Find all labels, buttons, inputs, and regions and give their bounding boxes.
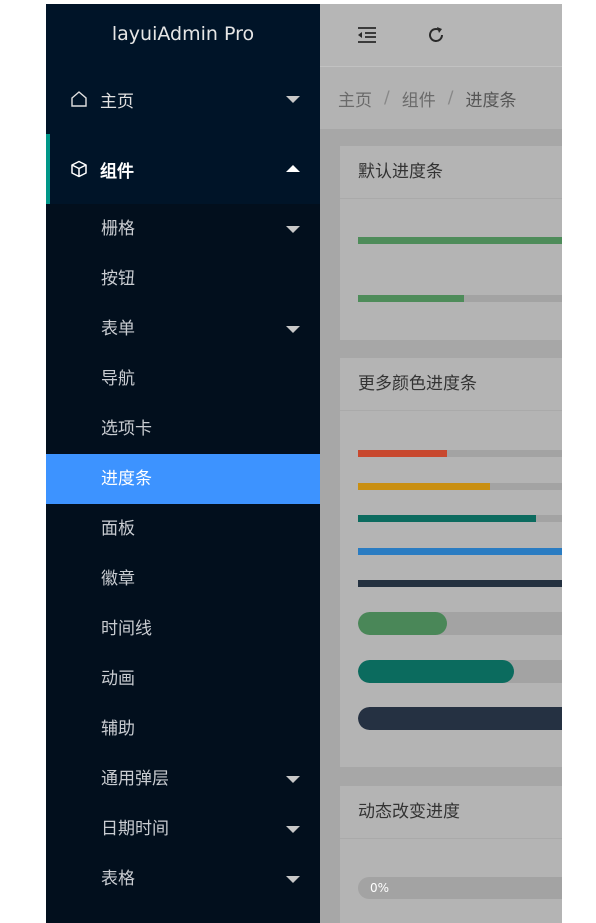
sidebar-subitem-label: 日期时间 xyxy=(101,819,169,839)
home-icon xyxy=(70,90,88,108)
components-submenu: 栅格按钮表单导航选项卡进度条面板徽章时间线动画辅助通用弹层日期时间表格 xyxy=(46,204,320,904)
progress-bar xyxy=(358,237,562,244)
nav-item-home-label: 主页 xyxy=(100,91,134,112)
chevron-down-icon xyxy=(286,776,300,783)
card-color-progress: 更多颜色进度条 xyxy=(340,358,562,767)
sidebar-subitem-label: 辅助 xyxy=(101,719,135,739)
sidebar-subitem-label: 进度条 xyxy=(101,469,152,489)
sidebar-subitem-label: 按钮 xyxy=(101,269,135,289)
sidebar-subitem-label: 面板 xyxy=(101,519,135,539)
card-title: 动态改变进度 xyxy=(340,786,562,839)
sidebar-subitem[interactable]: 徽章 xyxy=(46,554,320,604)
indent-icon[interactable] xyxy=(356,24,378,46)
progress-bar xyxy=(358,548,562,555)
app-logo[interactable]: layuiAdmin Pro xyxy=(46,4,320,64)
main-area: 主页 / 组件 / 进度条 默认进度条 更多颜色进度条 动态改变进度 0% xyxy=(320,4,562,923)
progress-fill xyxy=(358,580,562,587)
sidebar-subitem-label: 通用弹层 xyxy=(101,769,169,789)
breadcrumb-separator: / xyxy=(384,88,390,108)
sidebar-subitem-label: 栅格 xyxy=(101,219,135,239)
nav-item-components-label: 组件 xyxy=(100,161,134,182)
sidebar-subitem-label: 表单 xyxy=(101,319,135,339)
progress-bar xyxy=(358,295,562,302)
nav-item-home[interactable]: 主页 xyxy=(46,64,320,134)
sidebar-subitem-label: 导航 xyxy=(101,369,135,389)
sidebar-subitem-label: 徽章 xyxy=(101,569,135,589)
sidebar-subitem-label: 选项卡 xyxy=(101,419,152,439)
progress-fill xyxy=(358,612,447,635)
progress-fill xyxy=(358,237,562,244)
nav-item-components[interactable]: 组件 xyxy=(46,134,320,204)
progress-bar xyxy=(358,515,562,522)
breadcrumb-separator: / xyxy=(447,88,454,108)
progress-percent-label: 0% xyxy=(370,881,390,895)
progress-fill xyxy=(358,295,464,302)
sidebar-subitem[interactable]: 面板 xyxy=(46,504,320,554)
progress-bar-big xyxy=(358,707,562,730)
progress-bar xyxy=(358,450,562,457)
breadcrumb-components[interactable]: 组件 xyxy=(402,86,436,111)
chevron-down-icon xyxy=(286,826,300,833)
progress-bar xyxy=(358,580,562,587)
breadcrumb-current: 进度条 xyxy=(465,90,517,111)
chevron-down-icon xyxy=(286,226,300,233)
sidebar-subitem[interactable]: 按钮 xyxy=(46,254,320,304)
chevron-up-icon xyxy=(286,165,300,172)
box-icon xyxy=(70,160,88,178)
sidebar-subitem[interactable]: 辅助 xyxy=(46,704,320,754)
progress-bar-big xyxy=(358,660,562,683)
progress-fill xyxy=(358,660,514,683)
sidebar-subitem-label: 时间线 xyxy=(101,619,152,639)
progress-bar-big xyxy=(358,612,562,635)
sidebar-subitem[interactable]: 栅格 xyxy=(46,204,320,254)
progress-fill xyxy=(358,548,562,555)
breadcrumb-home[interactable]: 主页 xyxy=(338,86,372,111)
card-dynamic-progress: 动态改变进度 0% xyxy=(340,786,562,923)
sidebar: layuiAdmin Pro 主页 组件 栅格按钮表单导航选项卡进度条面板徽章时… xyxy=(46,4,320,923)
sidebar-subitem[interactable]: 导航 xyxy=(46,354,320,404)
card-title: 更多颜色进度条 xyxy=(340,358,562,411)
chevron-down-icon xyxy=(286,876,300,883)
progress-fill xyxy=(358,483,490,490)
card-title: 默认进度条 xyxy=(340,146,562,199)
sidebar-subitem[interactable]: 动画 xyxy=(46,654,320,704)
refresh-icon[interactable] xyxy=(425,24,447,46)
sidebar-subitem[interactable]: 通用弹层 xyxy=(46,754,320,804)
sidebar-subitem-label: 表格 xyxy=(101,869,135,889)
progress-bar xyxy=(358,483,562,490)
top-toolbar xyxy=(320,4,562,66)
sidebar-subitem[interactable]: 日期时间 xyxy=(46,804,320,854)
sidebar-subitem[interactable]: 表格 xyxy=(46,854,320,904)
sidebar-subitem-label: 动画 xyxy=(101,669,135,689)
progress-fill xyxy=(358,450,447,457)
sidebar-subitem[interactable]: 表单 xyxy=(46,304,320,354)
sidebar-subitem[interactable]: 选项卡 xyxy=(46,404,320,454)
progress-fill xyxy=(358,707,562,730)
chevron-down-icon xyxy=(286,96,300,103)
sidebar-subitem[interactable]: 时间线 xyxy=(46,604,320,654)
progress-fill xyxy=(358,515,536,522)
chevron-down-icon xyxy=(286,326,300,333)
card-default-progress: 默认进度条 xyxy=(340,146,562,340)
sidebar-subitem[interactable]: 进度条 xyxy=(46,454,320,504)
app-frame: layuiAdmin Pro 主页 组件 栅格 按钮 表单 导航 选项卡 进度条 面板 徽章时… xyxy=(46,4,562,923)
progress-bar-dynamic: 0% xyxy=(358,877,562,899)
breadcrumb: 主页 / 组件 / 进度条 xyxy=(320,66,562,129)
